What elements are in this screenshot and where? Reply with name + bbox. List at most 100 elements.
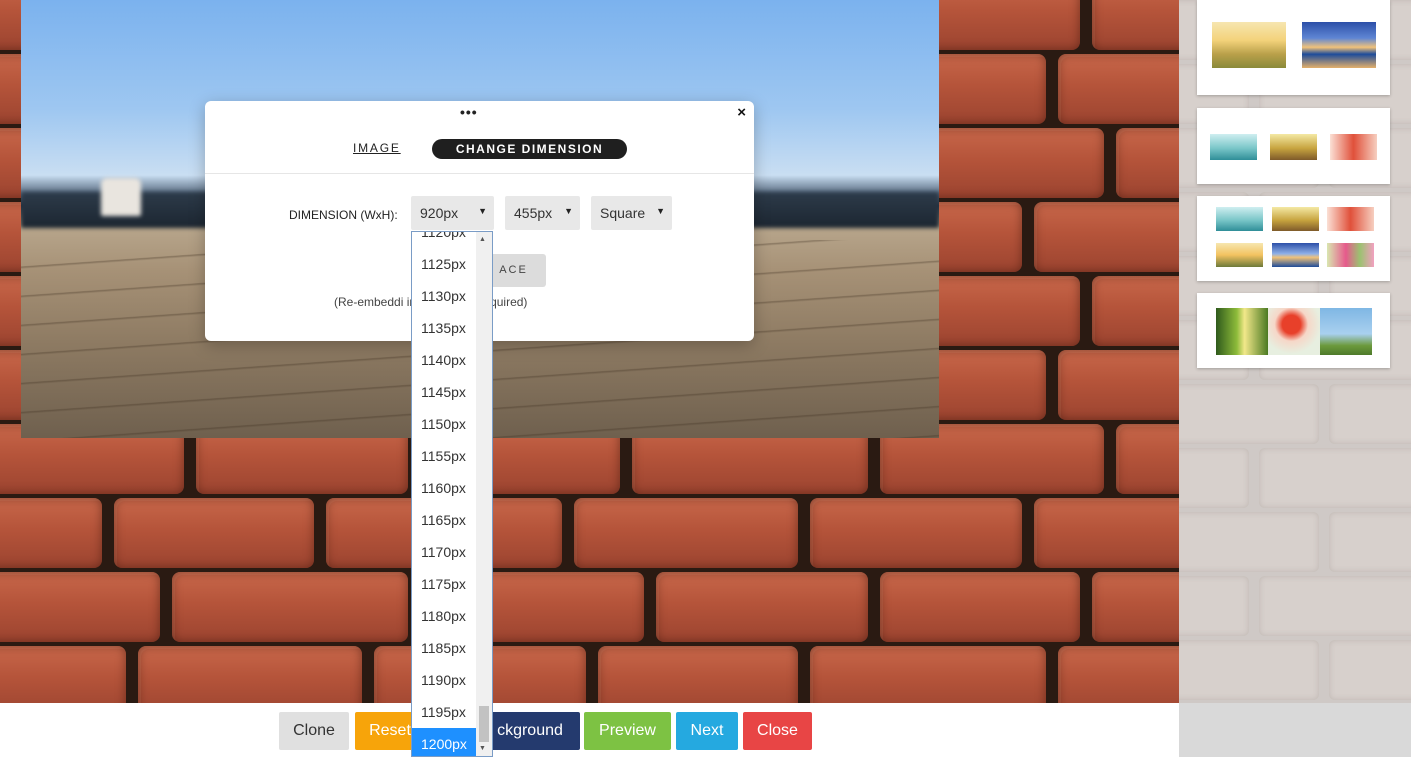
layout-thumbnail <box>1272 207 1319 231</box>
width-option[interactable]: 1195px <box>412 696 476 728</box>
divider <box>205 173 754 174</box>
brick <box>810 646 1046 703</box>
brick-row <box>0 646 1179 703</box>
layout-thumbnail <box>1302 22 1376 68</box>
layout-thumbnail <box>1327 207 1374 231</box>
brick <box>0 572 160 642</box>
layout-thumbnail <box>1210 134 1257 160</box>
height-select[interactable]: 455px ▼ <box>505 196 580 230</box>
brick <box>1092 0 1179 50</box>
close-button[interactable]: Close <box>743 712 812 750</box>
close-icon[interactable]: × <box>737 104 746 121</box>
width-option[interactable]: 1150px <box>412 408 476 440</box>
layout-thumbnail <box>1320 308 1372 355</box>
scroll-down-icon[interactable]: ▼ <box>479 745 486 752</box>
layout-thumbnail <box>1327 243 1374 267</box>
width-option[interactable]: 1200px <box>412 728 476 756</box>
scroll-up-icon[interactable]: ▲ <box>479 236 486 243</box>
preview-button[interactable]: Preview <box>584 712 671 750</box>
brick <box>138 646 362 703</box>
width-option[interactable]: 1190px <box>412 664 476 696</box>
layout-thumbnail <box>1216 207 1263 231</box>
shape-select-value: Square <box>600 205 646 221</box>
layout-sidebar <box>1179 0 1411 757</box>
layout-card-three-images[interactable] <box>1197 108 1390 184</box>
brick <box>1092 572 1179 642</box>
sidebar-brick <box>1329 640 1411 700</box>
width-select[interactable]: 920px ▼ <box>411 196 494 230</box>
layout-thumbnail <box>1270 134 1317 160</box>
width-options-list[interactable]: 1120px 1125px 1130px 1135px 1140px 1145px 1150… <box>411 231 493 757</box>
sidebar-brick <box>1329 512 1411 572</box>
brick <box>0 646 126 703</box>
brick <box>114 498 314 568</box>
layout-thumbnail <box>1212 22 1286 68</box>
brick <box>172 572 408 642</box>
layout-thumbnail <box>1330 134 1377 160</box>
sidebar-brick-row <box>1179 448 1411 512</box>
dropdown-arrow-icon: ▼ <box>656 206 665 216</box>
width-option[interactable]: 1155px <box>412 440 476 472</box>
sidebar-brick-row <box>1179 384 1411 448</box>
brick <box>1034 498 1179 568</box>
brick <box>880 572 1080 642</box>
brick <box>0 498 102 568</box>
layout-card-two-images[interactable] <box>1197 0 1390 95</box>
sidebar-brick <box>1179 640 1319 700</box>
next-button[interactable]: Next <box>676 712 738 750</box>
shape-select[interactable]: Square ▼ <box>591 196 672 230</box>
brick-row <box>0 498 1179 572</box>
width-option[interactable]: 1140px <box>412 344 476 376</box>
width-option[interactable]: 1170px <box>412 536 476 568</box>
layout-thumbnail <box>1216 243 1263 267</box>
brick <box>810 498 1022 568</box>
tab-image[interactable]: IMAGE <box>353 141 401 155</box>
brick <box>1058 350 1179 420</box>
width-option[interactable]: 1160px <box>412 472 476 504</box>
layout-card-six-images[interactable] <box>1197 196 1390 281</box>
sidebar-brick <box>1259 448 1411 508</box>
sidebar-brick-row <box>1179 576 1411 640</box>
scrollbar-thumb[interactable] <box>479 706 489 742</box>
brick-row <box>0 572 1179 646</box>
sidebar-brick-row <box>1179 512 1411 576</box>
sidebar-brick-row <box>1179 640 1411 704</box>
width-option[interactable]: 1125px <box>412 248 476 280</box>
layout-thumbnail <box>1272 243 1319 267</box>
layout-card-three-joined-images[interactable] <box>1197 293 1390 368</box>
dropdown-arrow-icon: ▼ <box>478 206 487 216</box>
dropdown-scrollbar[interactable]: ▲ ▼ <box>476 232 492 756</box>
width-option[interactable]: 1180px <box>412 600 476 632</box>
sidebar-brick <box>1179 384 1319 444</box>
width-option[interactable]: 1145px <box>412 376 476 408</box>
brick <box>574 498 798 568</box>
sidebar-brick <box>1179 448 1249 508</box>
brick <box>598 646 798 703</box>
brick <box>1092 276 1179 346</box>
sidebar-brick <box>1329 384 1411 444</box>
sidebar-brick <box>1259 576 1411 636</box>
brick <box>1058 54 1179 124</box>
width-option[interactable]: 1120px <box>412 232 476 248</box>
brick <box>1058 646 1179 703</box>
clone-button[interactable]: Clone <box>279 712 349 750</box>
width-option[interactable]: 1135px <box>412 312 476 344</box>
photo-hut <box>101 178 141 216</box>
sidebar-brick <box>1179 576 1249 636</box>
width-option[interactable]: 1185px <box>412 632 476 664</box>
width-select-value: 920px <box>420 205 459 221</box>
brick <box>1116 424 1179 494</box>
width-option[interactable]: 1130px <box>412 280 476 312</box>
sidebar-brick <box>1179 512 1319 572</box>
brick <box>1116 128 1179 198</box>
height-select-value: 455px <box>514 205 553 221</box>
layout-thumbnail <box>1216 308 1268 355</box>
brick <box>656 572 868 642</box>
drag-handle-icon[interactable]: ••• <box>460 104 478 120</box>
width-option[interactable]: 1165px <box>412 504 476 536</box>
brick <box>1034 202 1179 272</box>
width-option[interactable]: 1175px <box>412 568 476 600</box>
dropdown-arrow-icon: ▼ <box>564 206 573 216</box>
tab-change-dimension[interactable]: CHANGE DIMENSION <box>432 139 627 159</box>
dimension-label: DIMENSION (WxH): <box>289 208 398 222</box>
